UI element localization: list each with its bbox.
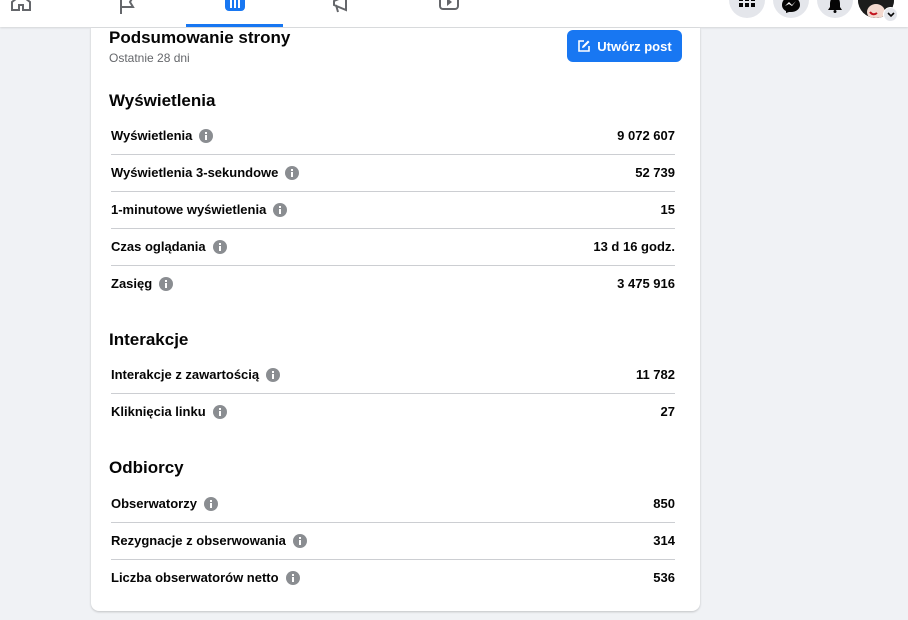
metric-value: 536	[653, 570, 675, 585]
metric-row-reach: Zasięg 3 475 916	[111, 265, 675, 302]
create-post-label: Utwórz post	[597, 38, 672, 54]
edit-icon	[578, 40, 591, 52]
metric-value: 3 475 916	[617, 276, 675, 291]
info-icon[interactable]	[199, 128, 214, 143]
info-icon[interactable]	[159, 276, 174, 291]
metric-label: Interakcje z zawartością	[111, 367, 260, 382]
metric-row-content-interactions: Interakcje z zawartością 11 782	[111, 356, 675, 394]
messenger-icon	[782, 0, 800, 13]
metric-label: Obserwatorzy	[111, 496, 197, 511]
flag-icon[interactable]	[117, 0, 139, 16]
metric-label: Kliknięcia linku	[111, 404, 206, 419]
metric-label: Liczba obserwatorów netto	[111, 570, 279, 585]
info-icon[interactable]	[203, 496, 218, 511]
section-title-views: Wyświetlenia	[109, 91, 216, 110]
account-menu-badge[interactable]	[883, 7, 898, 22]
home-icon[interactable]	[10, 0, 32, 16]
video-icon[interactable]	[438, 0, 460, 16]
metric-value: 27	[660, 404, 675, 419]
menu-button[interactable]	[729, 0, 765, 18]
section-title-audience: Odbiorcy	[109, 458, 184, 477]
info-icon[interactable]	[212, 239, 227, 254]
grid-menu-icon	[739, 0, 755, 7]
date-range-label: Ostatnie 28 dni	[109, 51, 190, 65]
metric-label: 1-minutowe wyświetlenia	[111, 202, 267, 217]
page-title: Podsumowanie strony	[109, 28, 291, 47]
metric-row-link-clicks: Kliknięcia linku 27	[111, 393, 675, 430]
metric-label: Rezygnacje z obserwowania	[111, 533, 286, 548]
megaphone-icon[interactable]	[331, 0, 353, 16]
metric-label: Wyświetlenia 3-sekundowe	[111, 165, 279, 180]
metric-label: Zasięg	[111, 276, 153, 291]
metric-row-unfollows: Rezygnacje z obserwowania 314	[111, 522, 675, 560]
active-tab-indicator	[186, 24, 283, 27]
metric-value: 52 739	[635, 165, 675, 180]
info-icon[interactable]	[285, 570, 300, 585]
metric-value: 15	[660, 202, 675, 217]
create-post-button[interactable]: Utwórz post	[567, 30, 682, 62]
metric-label: Wyświetlenia	[111, 128, 193, 143]
metric-row-watch-time: Czas oglądania 13 d 16 godz.	[111, 228, 675, 266]
info-icon[interactable]	[212, 404, 227, 419]
top-navigation-bar	[0, 0, 908, 27]
info-icon[interactable]	[285, 165, 300, 180]
metric-row-followers: Obserwatorzy 850	[111, 485, 675, 523]
metric-row-3s-views: Wyświetlenia 3-sekundowe 52 739	[111, 154, 675, 192]
metric-row-views: Wyświetlenia 9 072 607	[111, 117, 675, 155]
info-icon[interactable]	[266, 367, 281, 382]
insights-icon[interactable]	[224, 0, 246, 16]
bell-icon	[828, 0, 842, 13]
metric-label: Czas oglądania	[111, 239, 206, 254]
info-icon[interactable]	[273, 202, 288, 217]
section-title-interactions: Interakcje	[109, 330, 189, 349]
info-icon[interactable]	[292, 533, 307, 548]
metric-value: 314	[653, 533, 675, 548]
metric-row-1min-views: 1-minutowe wyświetlenia 15	[111, 191, 675, 229]
messenger-button[interactable]	[773, 0, 809, 18]
metric-value: 850	[653, 496, 675, 511]
chevron-down-icon	[886, 11, 895, 17]
page-summary-card: Podsumowanie strony Ostatnie 28 dni Utwó…	[91, 28, 700, 611]
notifications-button[interactable]	[817, 0, 853, 18]
metric-value: 9 072 607	[617, 128, 675, 143]
metric-value: 11 782	[635, 367, 675, 382]
metric-value: 13 d 16 godz.	[593, 239, 675, 254]
metric-row-net-followers: Liczba obserwatorów netto 536	[111, 559, 675, 596]
